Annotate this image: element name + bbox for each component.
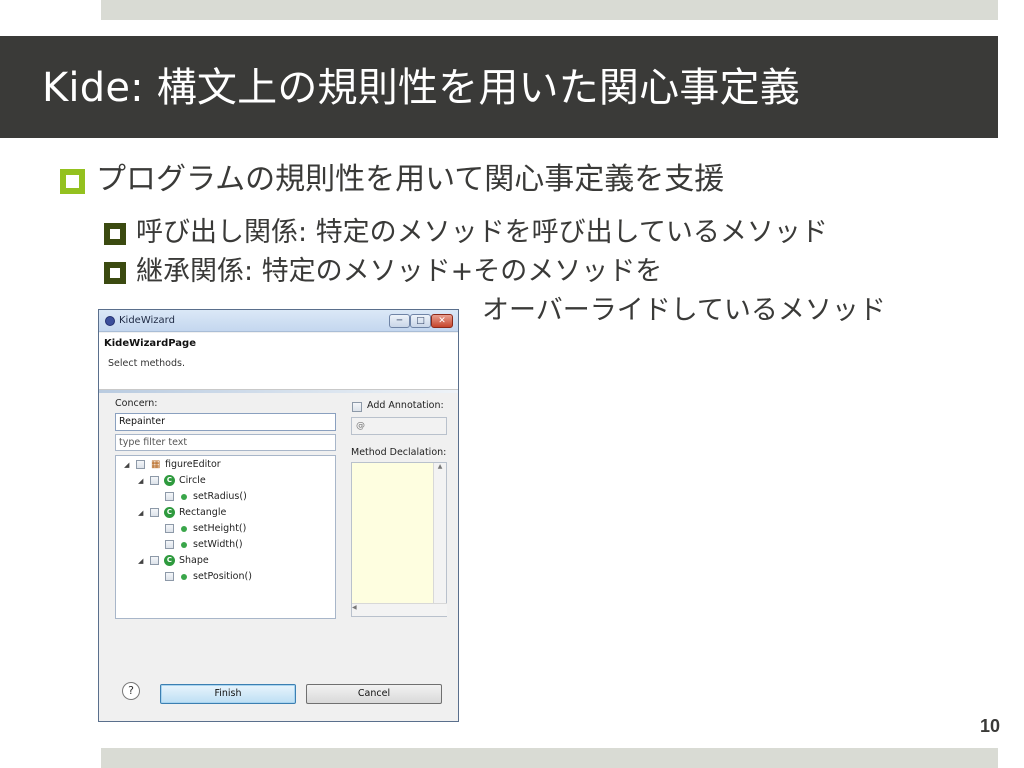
window-titlebar[interactable]: KideWizard ─ □ ✕ — [99, 310, 458, 332]
concern-input[interactable]: Repainter — [115, 413, 336, 431]
method-tree: ◢ ▦ figureEditor ◢ C Circle setRadius() … — [115, 455, 336, 619]
title-bar: Kide: 構文上の規則性を用いた関心事定義 — [0, 36, 998, 138]
bullet-sub1-text: 呼び出し関係: 特定のメソッドを呼び出しているメソッド — [136, 217, 828, 248]
finish-button[interactable]: Finish — [160, 684, 296, 704]
tree-checkbox[interactable] — [150, 476, 159, 485]
tree-checkbox[interactable] — [165, 572, 174, 581]
close-button[interactable]: ✕ — [431, 314, 453, 328]
concern-label: Concern: — [115, 398, 158, 409]
tree-item-label: setHeight() — [193, 523, 247, 534]
method-icon — [181, 526, 187, 532]
bullet-main-text: プログラムの規則性を用いて関心事定義を支援 — [96, 162, 725, 197]
class-icon: C — [164, 475, 175, 486]
tree-checkbox[interactable] — [150, 556, 159, 565]
minimize-icon: ─ — [396, 316, 403, 326]
tree-item-label: Circle — [179, 475, 206, 486]
method-icon — [181, 574, 187, 580]
method-declaration-label: Method Declalation: — [351, 447, 447, 458]
expand-arrow-icon[interactable]: ◢ — [124, 458, 132, 472]
class-icon: C — [164, 507, 175, 518]
tree-item-package[interactable]: ◢ ▦ figureEditor — [116, 458, 335, 472]
minimize-button[interactable]: ─ — [389, 314, 410, 328]
expand-arrow-icon[interactable]: ◢ — [138, 554, 146, 568]
add-annotation-label: Add Annotation: — [367, 400, 444, 411]
tree-checkbox[interactable] — [165, 492, 174, 501]
class-icon: C — [164, 555, 175, 566]
help-icon: ? — [128, 684, 134, 697]
eclipse-icon — [105, 316, 115, 326]
bottom-decor-band — [101, 748, 998, 768]
page-number: 10 — [979, 716, 1000, 736]
tree-item-class[interactable]: ◢ C Circle — [116, 474, 335, 488]
annotation-input[interactable]: @ — [351, 417, 447, 435]
slide-title: Kide: 構文上の規則性を用いた関心事定義 — [42, 65, 800, 111]
wizard-page-title: KideWizardPage — [104, 338, 196, 349]
tree-item-class[interactable]: ◢ C Rectangle — [116, 506, 335, 520]
method-icon — [181, 542, 187, 548]
help-button[interactable]: ? — [122, 682, 140, 700]
expand-arrow-icon[interactable]: ◢ — [138, 506, 146, 520]
tree-item-label: setWidth() — [193, 539, 243, 550]
vertical-scrollbar[interactable]: ▲ — [433, 463, 446, 603]
bullet-sub2-text: 継承関係: 特定のメソッド+そのメソッドを — [136, 256, 663, 287]
tree-checkbox[interactable] — [150, 508, 159, 517]
bullet-marker-l2 — [104, 223, 126, 245]
tree-checkbox[interactable] — [165, 540, 174, 549]
window-title: KideWizard — [119, 315, 175, 326]
tree-item-method[interactable]: setWidth() — [116, 538, 335, 552]
package-icon: ▦ — [151, 459, 161, 470]
tree-item-label: Shape — [179, 555, 209, 566]
bullet-sub2-continuation: オーバーライドしているメソッド — [482, 295, 886, 326]
horizontal-scrollbar[interactable]: ◀ — [352, 603, 447, 616]
close-icon: ✕ — [438, 316, 446, 326]
bullet-marker-l2 — [104, 262, 126, 284]
cancel-button[interactable]: Cancel — [306, 684, 442, 704]
tree-item-class[interactable]: ◢ C Shape — [116, 554, 335, 568]
add-annotation-checkbox[interactable] — [352, 402, 362, 412]
top-decor-band — [101, 0, 998, 20]
kide-wizard-dialog: KideWizard ─ □ ✕ KideWizardPage Select m… — [98, 309, 459, 722]
maximize-button[interactable]: □ — [410, 314, 431, 328]
header-separator — [99, 390, 458, 393]
tree-item-method[interactable]: setPosition() — [116, 570, 335, 584]
tree-checkbox[interactable] — [136, 460, 145, 469]
expand-arrow-icon[interactable]: ◢ — [138, 474, 146, 488]
tree-item-label: figureEditor — [165, 459, 221, 470]
tree-item-method[interactable]: setRadius() — [116, 490, 335, 504]
tree-item-method[interactable]: setHeight() — [116, 522, 335, 536]
maximize-icon: □ — [416, 316, 425, 326]
tree-item-label: setRadius() — [193, 491, 247, 502]
filter-input[interactable]: type filter text — [115, 434, 336, 451]
tree-checkbox[interactable] — [165, 524, 174, 533]
method-icon — [181, 494, 187, 500]
wizard-description: Select methods. — [108, 358, 185, 369]
wizard-header: KideWizardPage Select methods. — [99, 333, 458, 390]
tree-item-label: setPosition() — [193, 571, 252, 582]
tree-item-label: Rectangle — [179, 507, 227, 518]
bullet-marker-l1 — [60, 169, 85, 194]
method-declaration-area[interactable]: ▲ ◀ — [351, 462, 447, 617]
